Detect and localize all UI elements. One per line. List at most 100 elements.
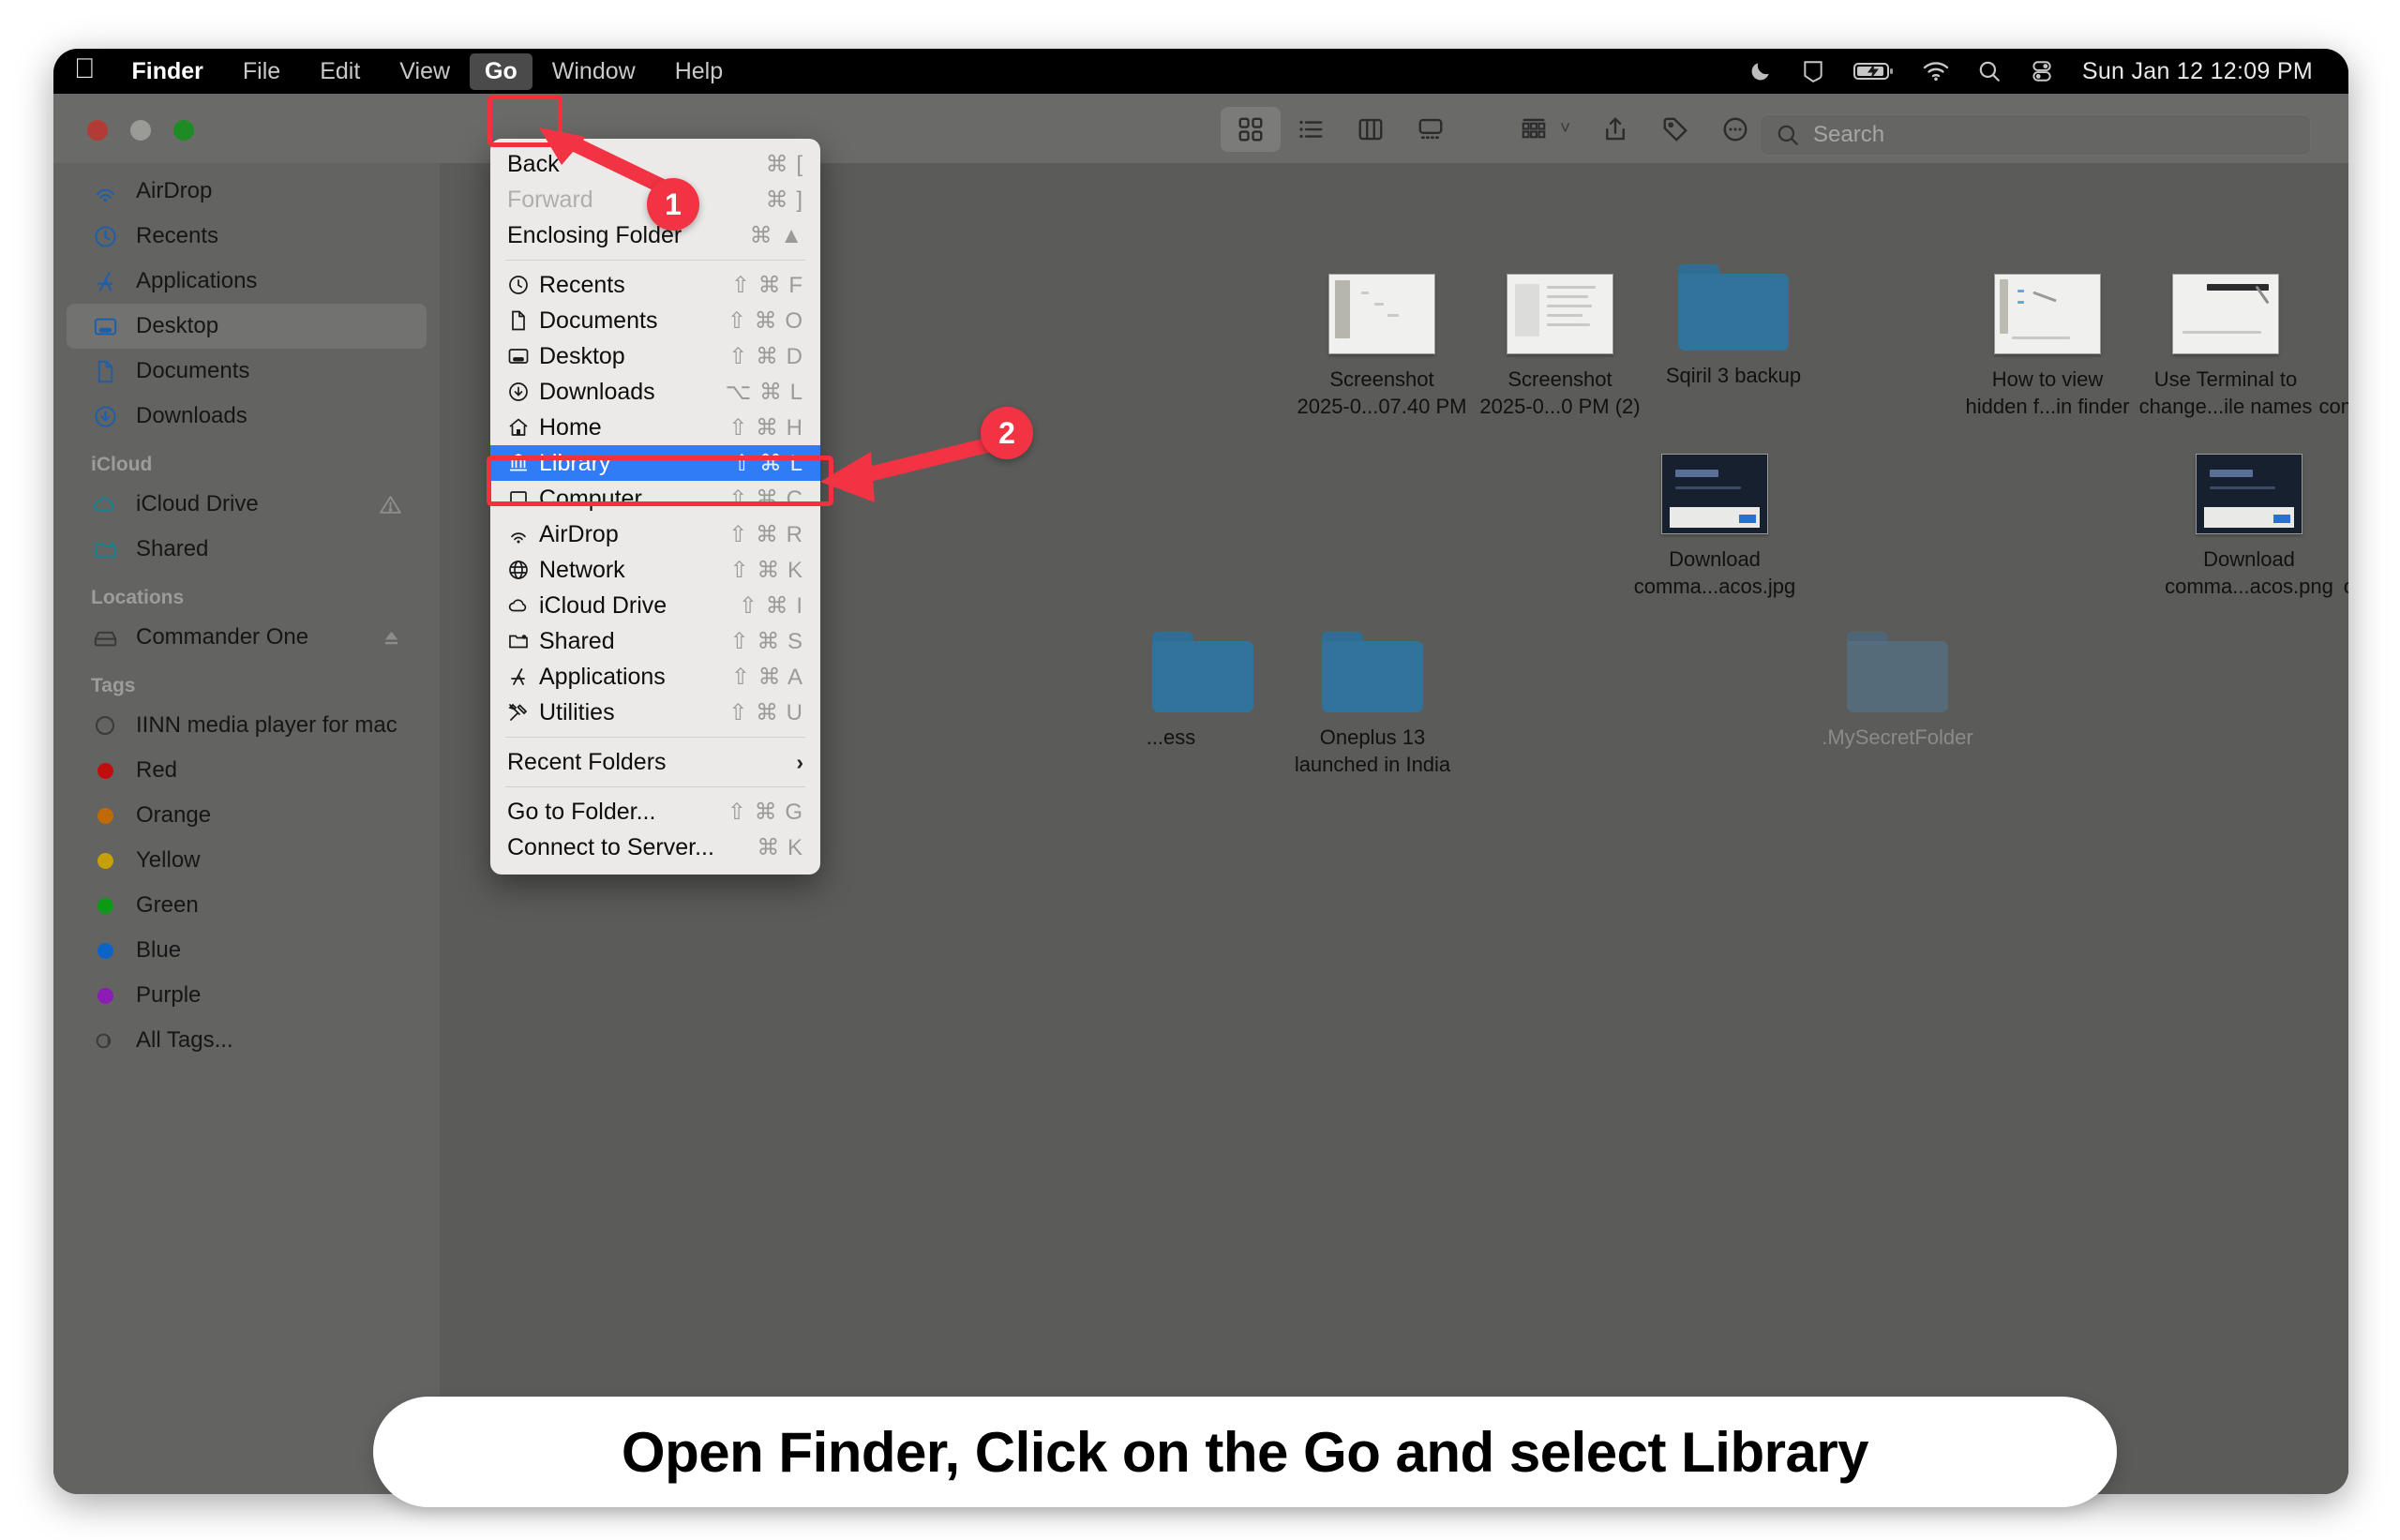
group-by-icon[interactable] [1504,107,1564,152]
sidebar-item-shared[interactable]: Shared [67,527,427,572]
menu-label: Enclosing Folder [507,221,682,248]
go-menu-item-utilities[interactable]: Utilities ⇧ ⌘ U [490,695,820,730]
desktop-item[interactable]: Screenshot 2025-0...0 PM (2) [1471,274,1649,421]
menu-shortcut: ⌘ ▲ [749,222,803,248]
go-menu-item-applications[interactable]: Applications ⇧ ⌘ A [490,659,820,695]
cloud-icon [507,594,539,617]
close-button[interactable] [87,120,108,141]
go-menu-item-back[interactable]: Back ⌘ [ [490,146,820,182]
sidebar-item-commander-one[interactable]: Commander One [67,615,427,660]
minimize-button[interactable] [130,120,151,141]
macos-menu-bar:  Finder File Edit View Go Window Help [53,49,2348,94]
sidebar-label: Orange [136,802,212,828]
chevron-right-icon: › [796,749,803,774]
icon-view-icon[interactable] [1221,107,1281,152]
desktop-item[interactable]: ...ess [1096,632,1253,751]
sidebar-tag-green[interactable]: Green [67,883,427,928]
sidebar-tag-all-tags[interactable]: All Tags... [67,1018,427,1063]
go-menu-item-computer[interactable]: Computer ⇧ ⌘ C [490,481,820,516]
sidebar-tag-red[interactable]: Red [67,748,427,793]
list-view-icon[interactable] [1281,107,1341,152]
all-tags-icon [91,1026,119,1054]
desktop-item[interactable]: Oneplus 13 launched in India [1283,632,1462,779]
zoom-button[interactable] [173,120,194,141]
menu-shortcut: ⌥ ⌘ L [725,379,803,405]
menu-item-edit[interactable]: Edit [300,53,380,90]
menu-label: Network [539,556,625,583]
sidebar-item-airdrop[interactable]: AirDrop [67,169,427,214]
control-center-icon[interactable] [2030,59,2054,83]
desktop-item-hidden[interactable]: .MySecretFolder [1808,632,1987,751]
apple-logo-icon[interactable]:  [74,55,112,87]
gallery-view-icon[interactable] [1401,107,1461,152]
desktop-item[interactable]: Use thiscomma...your Mac [2315,274,2348,421]
menu-item-file[interactable]: File [223,53,300,90]
menu-item-window[interactable]: Window [532,53,655,90]
go-menu-item-icloud-drive[interactable]: iCloud Drive ⇧ ⌘ I [490,588,820,623]
more-actions-icon[interactable] [1705,107,1765,152]
battery-charging-icon[interactable] [1852,60,1895,82]
menu-item-go[interactable]: Go [470,52,532,90]
go-menu-item-airdrop[interactable]: AirDrop ⇧ ⌘ R [490,516,820,552]
sidebar-item-desktop[interactable]: Desktop [67,304,427,349]
chevron-down-icon[interactable]: ˅ [1560,119,1570,140]
sidebar-tag-yellow[interactable]: Yellow [67,838,427,883]
go-menu-item-connect-to-server[interactable]: Connect to Server... ⌘ K [490,830,820,865]
caption-text: Open Finder, Click on the Go and select … [621,1420,1869,1484]
menu-item-finder[interactable]: Finder [112,53,223,90]
share-icon[interactable] [1585,107,1645,152]
tag-icon[interactable] [1645,107,1705,152]
menu-shortcut: ⇧ ⌘ K [729,557,803,583]
desktop-item[interactable]: Download comma...acos.jpg [1626,454,1804,601]
desktop-icon [507,345,539,367]
sidebar-tag-iinn[interactable]: IINN media player for mac [67,703,427,748]
desktop-item[interactable]: Use commanderone to s...den files [2338,454,2348,601]
desktop-item[interactable]: Download comma...acos.png [2160,454,2338,601]
search-field[interactable]: Search [1760,114,2311,156]
file-label: Use commanderone to s...den files [2338,546,2348,601]
sidebar-item-applications[interactable]: Applications [67,259,427,304]
sidebar-item-icloud-drive[interactable]: iCloud Drive [67,482,427,527]
sidebar-item-downloads[interactable]: Downloads [67,394,427,439]
go-menu-item-home[interactable]: Home ⇧ ⌘ H [490,410,820,445]
go-menu-item-shared[interactable]: Shared ⇧ ⌘ S [490,623,820,659]
sidebar-item-documents[interactable]: Documents [67,349,427,394]
finder-window: ˅ Search AirDrop Recents Applications De… [53,94,2348,1494]
screen-mirroring-icon[interactable] [1801,59,1825,83]
caption-banner: Open Finder, Click on the Go and select … [373,1397,2117,1507]
go-menu-item-desktop[interactable]: Desktop ⇧ ⌘ D [490,338,820,374]
go-menu-item-go-to-folder[interactable]: Go to Folder... ⇧ ⌘ G [490,794,820,830]
sidebar-label: iCloud Drive [136,491,259,516]
go-menu-item-library[interactable]: Library ⇧ ⌘ L [490,445,820,481]
wifi-icon[interactable] [1923,61,1949,82]
finder-sidebar[interactable]: AirDrop Recents Applications Desktop Doc… [53,163,440,1494]
desktop-item[interactable]: How to view hidden f...in finder [1958,274,2137,421]
sidebar-item-recents[interactable]: Recents [67,214,427,259]
moon-icon[interactable] [1748,59,1773,83]
applications-icon [507,665,539,688]
eject-icon[interactable] [381,627,402,649]
go-menu-item-documents[interactable]: Documents ⇧ ⌘ O [490,303,820,338]
desktop-item[interactable]: Screenshot 2025-0...07.40 PM [1293,274,1471,421]
tag-green-icon [91,891,119,920]
menu-item-help[interactable]: Help [655,53,742,90]
sidebar-tag-purple[interactable]: Purple [67,973,427,1018]
warning-icon[interactable] [379,493,402,516]
sidebar-tag-orange[interactable]: Orange [67,793,427,838]
go-dropdown-menu[interactable]: Back ⌘ [ Forward ⌘ ] Enclosing Folder ⌘ … [490,139,820,875]
go-menu-item-downloads[interactable]: Downloads ⌥ ⌘ L [490,374,820,410]
menu-bar-clock[interactable]: Sun Jan 12 12:09 PM [2082,58,2313,85]
desktop-item[interactable]: Sqiril 3 backup [1644,264,1822,389]
go-menu-item-network[interactable]: Network ⇧ ⌘ K [490,552,820,588]
go-menu-item-recent-folders[interactable]: Recent Folders › [490,744,820,780]
menu-label: Go to Folder... [507,798,656,825]
go-menu-item-recents[interactable]: Recents ⇧ ⌘ F [490,267,820,303]
desktop-item[interactable]: Use Terminal to change...ile names [2137,274,2315,421]
column-view-icon[interactable] [1341,107,1401,152]
file-thumbnail [2196,454,2302,534]
menu-item-view[interactable]: View [380,53,470,90]
menu-shortcut: ⇧ ⌘ H [728,414,803,441]
menu-bar-left:  Finder File Edit View Go Window Help [53,52,742,90]
sidebar-tag-blue[interactable]: Blue [67,928,427,973]
search-icon[interactable] [1977,59,2002,83]
